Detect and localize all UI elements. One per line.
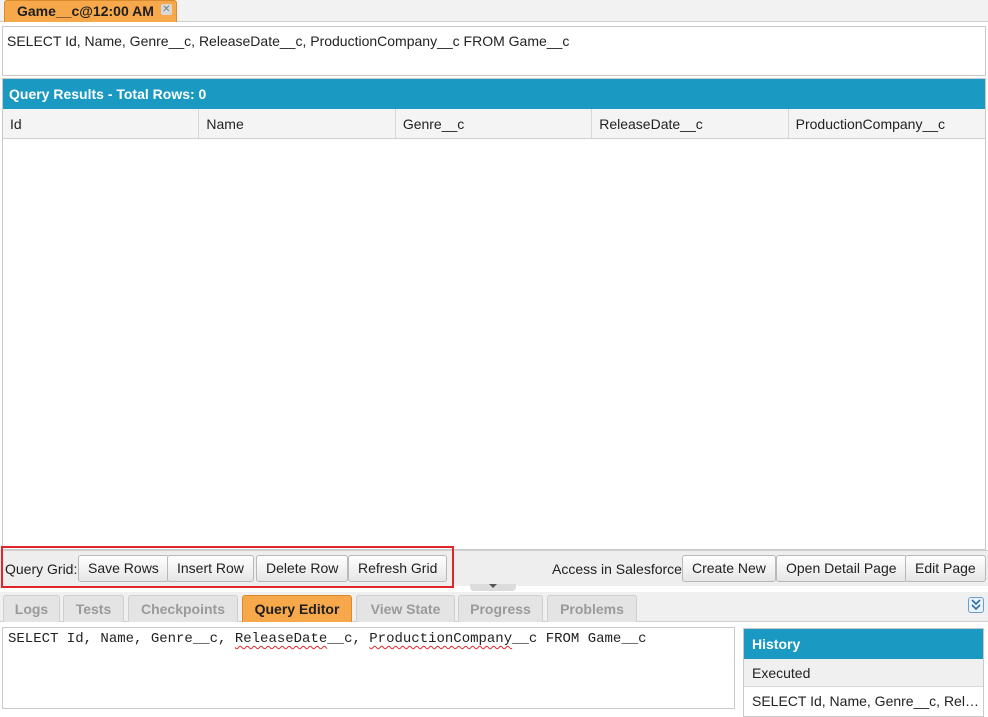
column-header-id[interactable]: Id bbox=[3, 109, 200, 138]
history-item[interactable]: SELECT Id, Name, Genre__c, Rele... bbox=[744, 687, 983, 716]
double-chevron-down-icon[interactable] bbox=[968, 597, 984, 613]
column-header-name[interactable]: Name bbox=[199, 109, 396, 138]
tab-view-state[interactable]: View State bbox=[356, 595, 455, 622]
results-grid-header: Id Name Genre__c ReleaseDate__c Producti… bbox=[3, 109, 985, 139]
column-header-genre[interactable]: Genre__c bbox=[396, 109, 593, 138]
edit-page-button[interactable]: Edit Page bbox=[905, 555, 986, 582]
editor-text-part: __c, bbox=[327, 631, 370, 647]
tab-tests[interactable]: Tests bbox=[63, 595, 124, 622]
results-grid-body bbox=[3, 139, 985, 549]
editor-text-part: SELECT Id, Name, Genre__c, bbox=[8, 631, 235, 647]
access-in-salesforce-label: Access in Salesforce: bbox=[552, 561, 686, 577]
highlight-annotation bbox=[1, 546, 454, 588]
splitter-handle-icon[interactable] bbox=[470, 584, 516, 591]
result-tab-bar: Game__c@12:00 AM ✕ bbox=[0, 0, 988, 22]
editor-text-spellcheck: ProductionCompany bbox=[369, 631, 513, 647]
tab-query-editor[interactable]: Query Editor bbox=[242, 595, 352, 622]
column-header-release-date[interactable]: ReleaseDate__c bbox=[592, 109, 789, 138]
open-detail-page-button[interactable]: Open Detail Page bbox=[776, 555, 907, 582]
history-title: History bbox=[744, 629, 983, 659]
editor-text-spellcheck: ReleaseDate bbox=[234, 631, 328, 647]
tab-logs[interactable]: Logs bbox=[3, 595, 60, 622]
editor-text-part: __c FROM Game__c bbox=[512, 631, 647, 647]
tab-progress[interactable]: Progress bbox=[458, 595, 543, 622]
column-header-production-company[interactable]: ProductionCompany__c bbox=[789, 109, 985, 138]
query-text-box[interactable]: SELECT Id, Name, Genre__c, ReleaseDate__… bbox=[2, 26, 986, 76]
query-results-header: Query Results - Total Rows: 0 bbox=[3, 79, 985, 109]
tab-checkpoints[interactable]: Checkpoints bbox=[128, 595, 238, 622]
query-editor-input[interactable]: SELECT Id, Name, Genre__c, ReleaseDate__… bbox=[2, 627, 735, 709]
history-executed-header: Executed bbox=[744, 659, 983, 687]
result-tab[interactable]: Game__c@12:00 AM ✕ bbox=[4, 0, 177, 22]
history-panel: History Executed SELECT Id, Name, Genre_… bbox=[743, 628, 984, 717]
query-results-panel: Query Results - Total Rows: 0 Id Name Ge… bbox=[2, 78, 986, 550]
close-icon[interactable]: ✕ bbox=[160, 4, 172, 15]
result-tab-label: Game__c@12:00 AM bbox=[17, 3, 154, 19]
tab-problems[interactable]: Problems bbox=[547, 595, 637, 622]
create-new-button[interactable]: Create New bbox=[682, 555, 776, 582]
bottom-tab-bar: Logs Tests Checkpoints Query Editor View… bbox=[0, 592, 988, 622]
splitter-arrow-icon bbox=[489, 584, 497, 588]
